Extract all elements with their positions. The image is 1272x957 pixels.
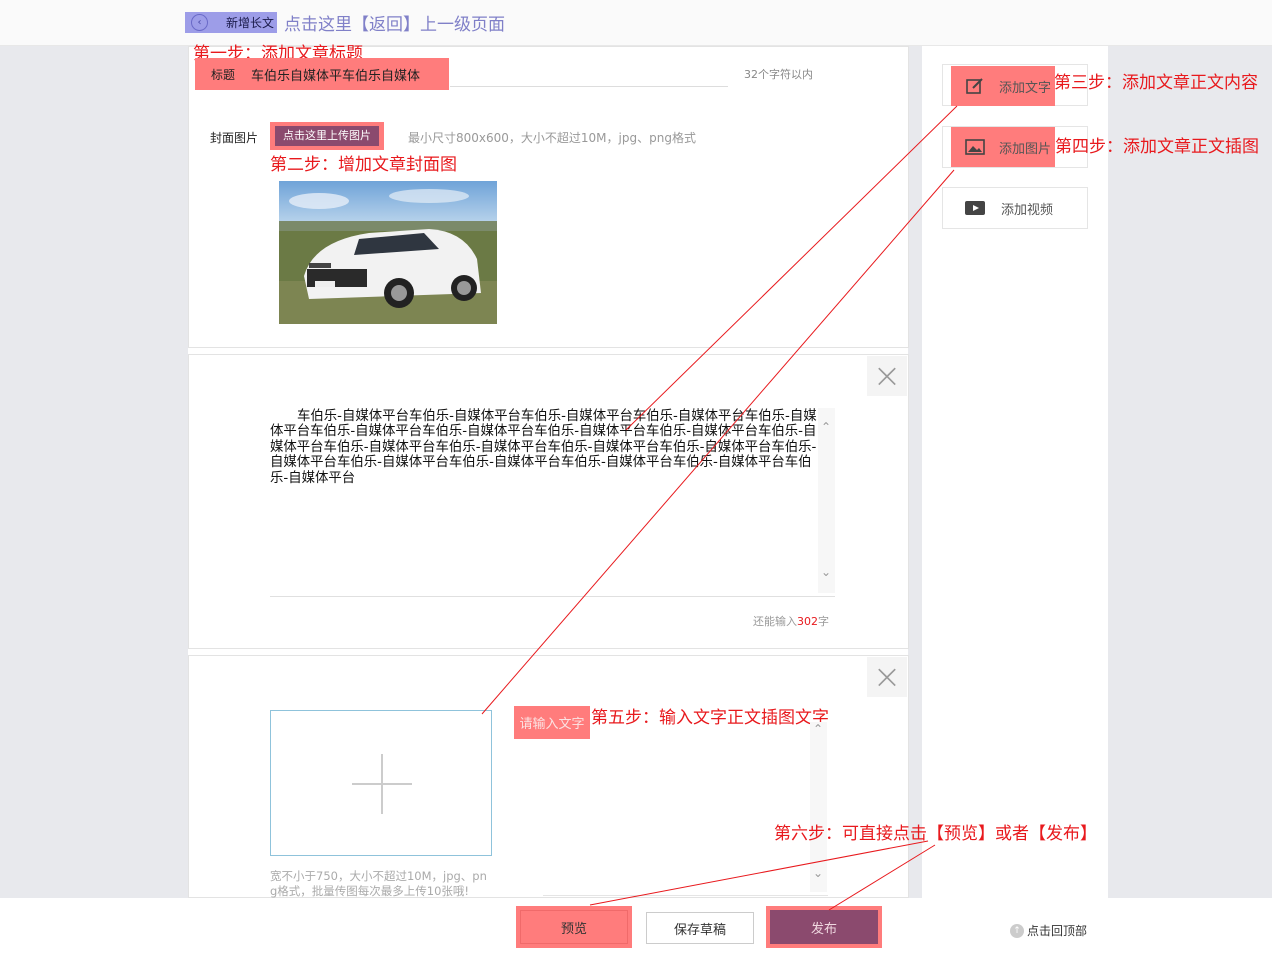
remaining-number: 302 xyxy=(797,615,818,628)
text-block-underline xyxy=(270,596,835,597)
title-underline xyxy=(450,86,728,87)
preview-button[interactable]: 预览 xyxy=(516,906,632,948)
publish-label: 发布 xyxy=(770,910,878,944)
title-field[interactable]: 标题 车伯乐自媒体平车伯乐自媒体 xyxy=(195,58,449,90)
add-video-label: 添加视频 xyxy=(1001,202,1054,218)
back-hint-text: 点击这里【返回】上一级页面 xyxy=(284,15,505,35)
caption-underline xyxy=(543,895,828,896)
caption-scroll-up-icon[interactable]: ⌃ xyxy=(813,722,823,736)
remaining-count: 还能输入302字 xyxy=(753,613,829,629)
title-label: 标题 xyxy=(211,67,236,82)
scroll-up-icon[interactable]: ⌃ xyxy=(821,420,831,434)
step3-annotation: 第三步：添加文章正文内容 xyxy=(1054,73,1258,93)
title-input[interactable]: 车伯乐自媒体平车伯乐自媒体 xyxy=(251,65,420,84)
edit-icon xyxy=(965,76,985,96)
cover-label: 封面图片 xyxy=(210,131,259,145)
add-video-button[interactable]: 添加视频 xyxy=(942,187,1088,229)
caption-input[interactable]: 请输入文字 xyxy=(514,706,590,739)
save-draft-button[interactable]: 保存草稿 xyxy=(646,912,754,944)
middle-gutter xyxy=(908,46,922,898)
cover-upload-label: 点击这里上传图片 xyxy=(275,126,379,146)
publish-button[interactable]: 发布 xyxy=(766,906,882,948)
cover-image xyxy=(279,181,497,324)
back-to-top-button[interactable]: ↑ 点击回顶部 xyxy=(1010,922,1087,939)
image-upload-hint: 宽不小于750，大小不超过10M，jpg、png格式，批量传图每次最多上传10张… xyxy=(270,869,487,898)
add-text-highlight[interactable]: 添加文字 xyxy=(951,66,1055,106)
step4-annotation: 第四步：添加文章正文插图 xyxy=(1055,137,1259,157)
step2-annotation: 第二步：增加文章封面图 xyxy=(270,155,457,175)
video-icon xyxy=(965,198,985,218)
image-upload-box[interactable] xyxy=(270,710,492,856)
caption-scroll-down-icon[interactable]: ⌄ xyxy=(813,866,823,880)
back-arrow-icon: ‹ xyxy=(191,14,208,31)
text-block-card xyxy=(188,354,909,649)
image-block-close-icon[interactable]: × xyxy=(867,657,907,697)
preview-label: 预览 xyxy=(520,910,628,944)
text-block-content[interactable]: 车伯乐-自媒体平台车伯乐-自媒体平台车伯乐-自媒体平台车伯乐-自媒体平台车伯乐-… xyxy=(270,409,818,486)
plus-icon-horizontal xyxy=(352,783,412,785)
back-to-top-label: 点击回顶部 xyxy=(1027,924,1088,938)
step5-annotation: 第五步：输入文字正文插图文字 xyxy=(591,708,829,728)
cover-size-hint: 最小尺寸800x600，大小不超过10M，jpg、png格式 xyxy=(408,131,696,145)
remaining-suffix: 字 xyxy=(818,615,829,628)
top-bar: ‹ 新增长文 点击这里【返回】上一级页面 xyxy=(0,0,1272,46)
image-icon xyxy=(965,137,985,157)
add-image-label: 添加图片 xyxy=(999,141,1052,157)
title-limit-hint: 32个字符以内 xyxy=(744,68,813,81)
add-text-label: 添加文字 xyxy=(999,80,1052,96)
back-button[interactable]: ‹ 新增长文 xyxy=(185,12,277,33)
left-gutter xyxy=(0,46,188,898)
scroll-down-icon[interactable]: ⌄ xyxy=(821,565,831,579)
right-gutter xyxy=(1108,46,1272,898)
step6-annotation: 第六步：可直接点击【预览】或者【发布】 xyxy=(774,824,1097,844)
remaining-prefix: 还能输入 xyxy=(753,615,797,628)
add-image-highlight[interactable]: 添加图片 xyxy=(951,127,1055,167)
back-button-label: 新增长文 xyxy=(226,16,275,30)
cover-upload-button[interactable]: 点击这里上传图片 xyxy=(270,122,384,150)
arrow-up-icon: ↑ xyxy=(1010,923,1024,938)
text-block-close-icon[interactable]: × xyxy=(867,356,907,396)
